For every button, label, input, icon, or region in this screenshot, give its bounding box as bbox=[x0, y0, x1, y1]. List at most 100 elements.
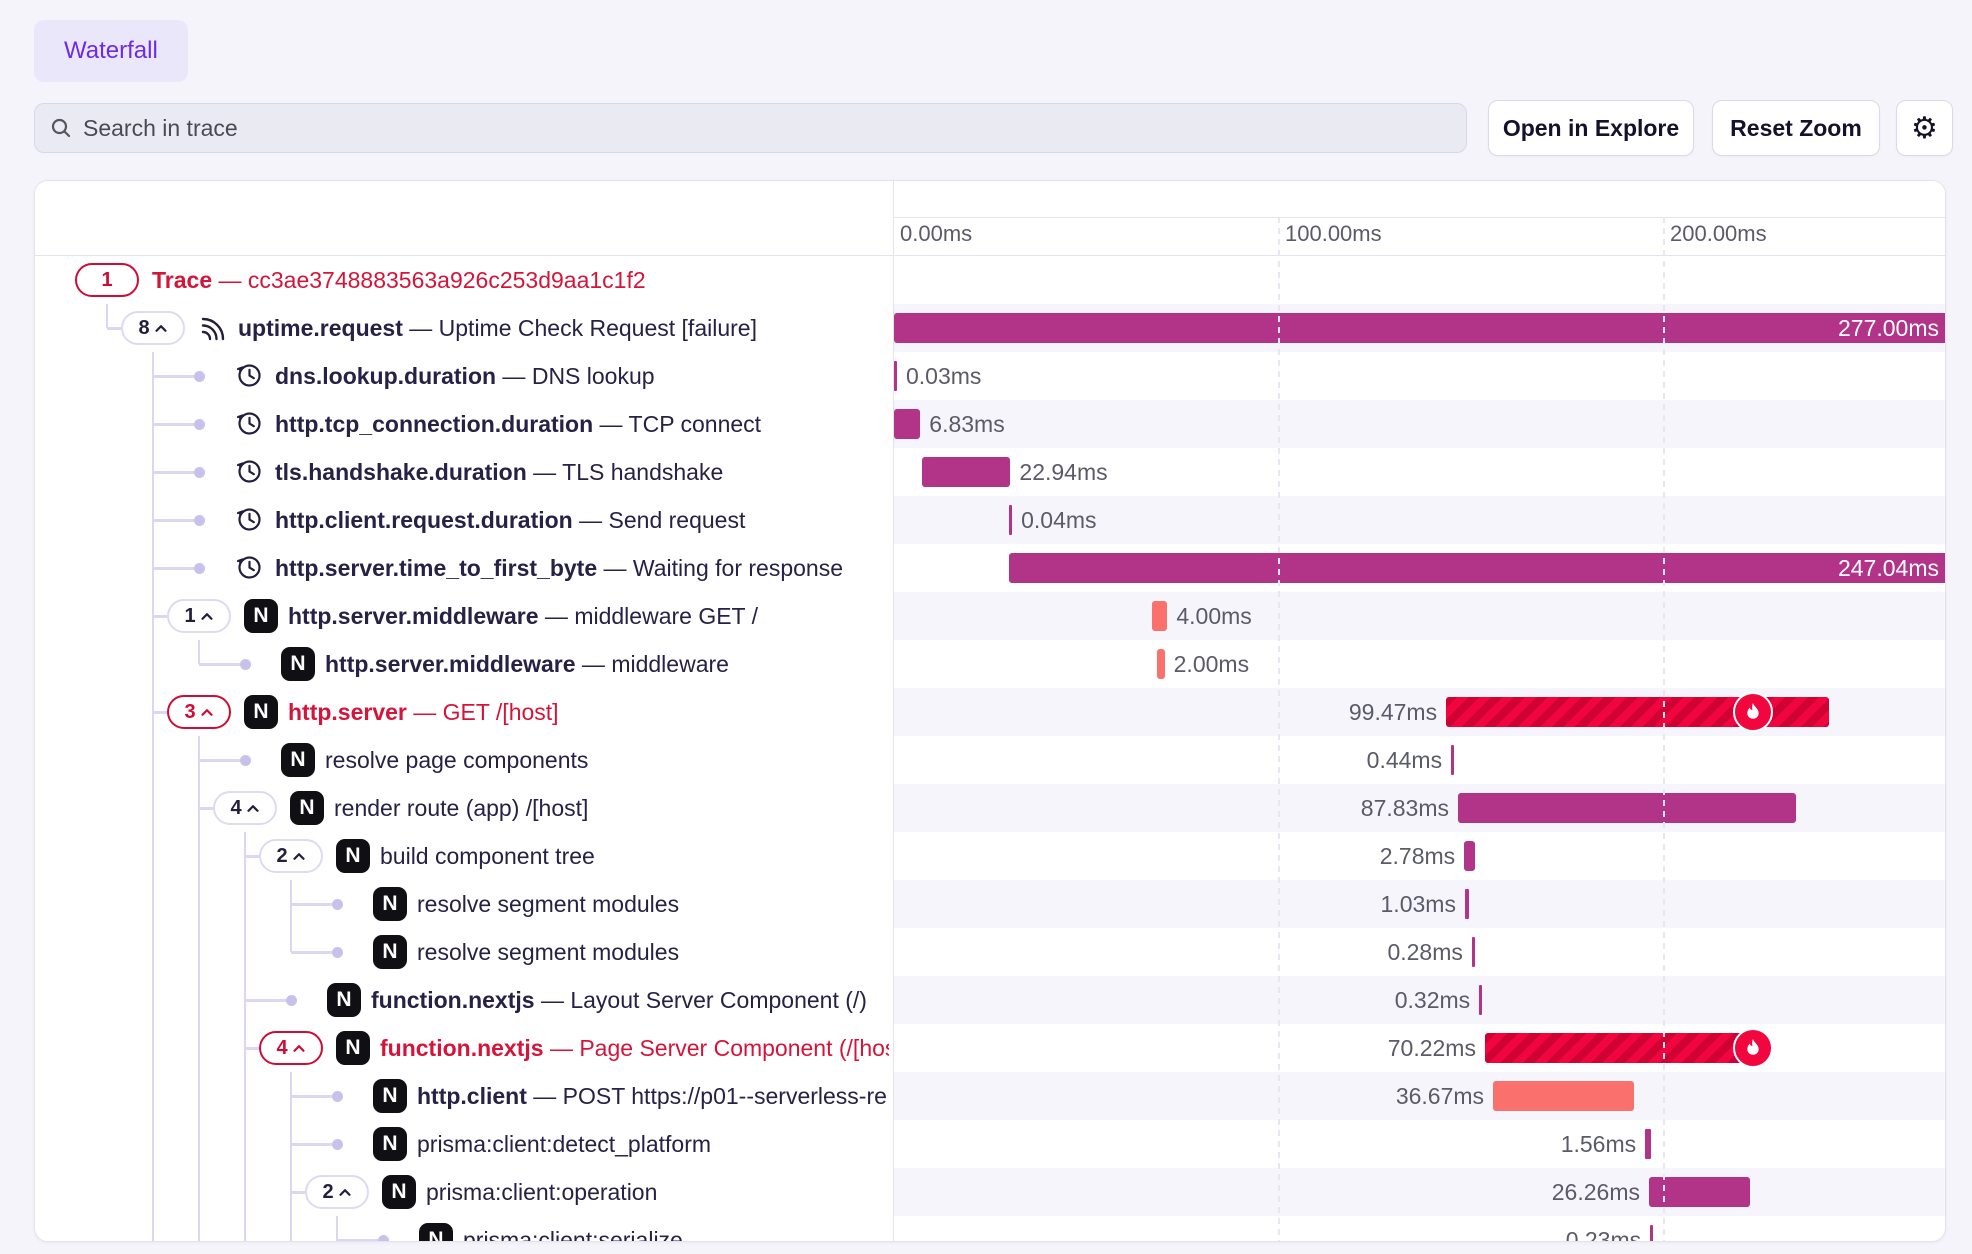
separator: — bbox=[573, 507, 609, 533]
span-row[interactable]: Nprisma:client:serialize0.23ms bbox=[35, 1216, 1946, 1242]
span-row[interactable]: 4Nrender route (app) /[host]87.83ms bbox=[35, 784, 1946, 832]
span-row[interactable]: 8uptime.request — Uptime Check Request [… bbox=[35, 304, 1946, 352]
timeline-lane: 0.03ms bbox=[893, 352, 1946, 400]
span-duration-bar[interactable] bbox=[1485, 1033, 1755, 1063]
span-duration-bar[interactable] bbox=[1493, 1081, 1634, 1111]
span-row[interactable]: Nprisma:client:detect_platform1.56ms bbox=[35, 1120, 1946, 1168]
span-duration-bar[interactable] bbox=[1009, 505, 1012, 535]
timeline-lane: 36.67ms bbox=[893, 1072, 1946, 1120]
span-row[interactable]: Nresolve segment modules1.03ms bbox=[35, 880, 1946, 928]
span-duration-bar[interactable]: 247.04ms bbox=[1009, 553, 1946, 583]
timeline-lane: 99.47ms bbox=[893, 688, 1946, 736]
tree-connector bbox=[291, 1095, 332, 1098]
timeline-lane: 0.28ms bbox=[893, 928, 1946, 976]
duration-label: 6.83ms bbox=[929, 400, 1004, 448]
search-bar[interactable] bbox=[34, 103, 1467, 153]
span-duration-bar[interactable]: 277.00ms bbox=[894, 313, 1946, 343]
timeline-lane: 22.94ms bbox=[893, 448, 1946, 496]
expand-collapse-pill[interactable]: 1 bbox=[75, 263, 139, 297]
child-count: 1 bbox=[184, 605, 195, 628]
span-duration-bar[interactable] bbox=[1451, 745, 1454, 775]
tree-connector bbox=[153, 711, 167, 714]
tree-guide-line bbox=[198, 1072, 201, 1120]
tree-guide-line bbox=[244, 1120, 247, 1168]
tree-guide-line bbox=[244, 1072, 247, 1120]
tree-guide-line bbox=[152, 1168, 155, 1216]
profile-flame-badge[interactable] bbox=[1733, 692, 1773, 732]
span-duration-bar[interactable] bbox=[1152, 601, 1167, 631]
span-bullet bbox=[194, 419, 205, 430]
duration-label: 87.83ms bbox=[1229, 784, 1449, 832]
trace-row[interactable]: 1Trace — cc3ae3748883563a926c253d9aa1c1f… bbox=[35, 256, 1946, 304]
tab-waterfall[interactable]: Waterfall bbox=[34, 20, 188, 82]
expand-collapse-pill[interactable]: 4 bbox=[259, 1031, 323, 1065]
span-row[interactable]: http.client.request.duration — Send requ… bbox=[35, 496, 1946, 544]
chevron-up-icon bbox=[154, 324, 168, 333]
span-duration-bar[interactable] bbox=[1472, 937, 1475, 967]
expand-collapse-pill[interactable]: 2 bbox=[259, 839, 323, 873]
expand-collapse-pill[interactable]: 3 bbox=[167, 695, 231, 729]
settings-button[interactable]: ⚙ bbox=[1896, 100, 1953, 156]
span-op: http.server.middleware bbox=[325, 651, 576, 677]
expand-collapse-pill[interactable]: 8 bbox=[121, 311, 185, 345]
span-row[interactable]: 3Nhttp.server — GET /[host]99.47ms bbox=[35, 688, 1946, 736]
span-duration-bar[interactable] bbox=[922, 457, 1010, 487]
span-row[interactable]: Nresolve segment modules0.28ms bbox=[35, 928, 1946, 976]
chevron-up-icon bbox=[200, 708, 214, 717]
span-label: prisma:client:detect_platform bbox=[417, 1120, 889, 1168]
profile-flame-badge[interactable] bbox=[1733, 1028, 1773, 1068]
axis-tick-label: 200.00ms bbox=[1670, 221, 1767, 247]
span-label: function.nextjs — Page Server Component … bbox=[380, 1024, 889, 1072]
gear-icon: ⚙ bbox=[1911, 111, 1938, 146]
span-row[interactable]: Nhttp.client — POST https://p01--serverl… bbox=[35, 1072, 1946, 1120]
span-row[interactable]: tls.handshake.duration — TLS handshake22… bbox=[35, 448, 1946, 496]
span-duration-bar[interactable] bbox=[1157, 649, 1165, 679]
span-row[interactable]: 2Nprisma:client:operation26.26ms bbox=[35, 1168, 1946, 1216]
separator: — bbox=[407, 699, 443, 725]
span-description: POST https://p01--serverless-re bbox=[563, 1083, 887, 1109]
timeline-lane: 0.23ms bbox=[893, 1216, 1946, 1242]
span-duration-bar[interactable] bbox=[1650, 1225, 1653, 1242]
open-in-explore-button[interactable]: Open in Explore bbox=[1488, 100, 1694, 156]
span-description: Uptime Check Request [failure] bbox=[439, 315, 757, 341]
timeline-lane: 0.32ms bbox=[893, 976, 1946, 1024]
tree-guide-line bbox=[106, 304, 109, 328]
tree-connector bbox=[291, 903, 332, 906]
span-duration-bar[interactable] bbox=[894, 361, 897, 391]
tree-guide-line bbox=[244, 880, 247, 928]
span-duration-bar[interactable] bbox=[894, 409, 920, 439]
span-duration-bar[interactable] bbox=[1479, 985, 1482, 1015]
span-label: resolve segment modules bbox=[417, 880, 889, 928]
span-tree-cell: http.server.time_to_first_byte — Waiting… bbox=[35, 544, 893, 592]
span-duration-bar[interactable] bbox=[1645, 1129, 1651, 1159]
span-row[interactable]: http.server.time_to_first_byte — Waiting… bbox=[35, 544, 1946, 592]
expand-collapse-pill[interactable]: 4 bbox=[213, 791, 277, 825]
span-duration-bar[interactable] bbox=[1465, 889, 1469, 919]
span-row[interactable]: Nfunction.nextjs — Layout Server Compone… bbox=[35, 976, 1946, 1024]
span-op: prisma:client:serialize bbox=[463, 1227, 683, 1242]
tree-connector bbox=[199, 663, 240, 666]
span-row[interactable]: 2Nbuild component tree2.78ms bbox=[35, 832, 1946, 880]
span-duration-bar[interactable] bbox=[1649, 1177, 1750, 1207]
span-row[interactable]: 4Nfunction.nextjs — Page Server Componen… bbox=[35, 1024, 1946, 1072]
span-duration-bar[interactable] bbox=[1464, 841, 1475, 871]
span-row[interactable]: 1Nhttp.server.middleware — middleware GE… bbox=[35, 592, 1946, 640]
expand-collapse-pill[interactable]: 2 bbox=[305, 1175, 369, 1209]
tree-guide-line bbox=[152, 640, 155, 688]
span-row[interactable]: http.tcp_connection.duration — TCP conne… bbox=[35, 400, 1946, 448]
span-duration-bar[interactable] bbox=[1458, 793, 1796, 823]
reset-zoom-button[interactable]: Reset Zoom bbox=[1712, 100, 1880, 156]
search-input[interactable] bbox=[83, 115, 1452, 142]
tree-connector bbox=[107, 327, 121, 330]
expand-collapse-pill[interactable]: 1 bbox=[167, 599, 231, 633]
separator: — bbox=[539, 603, 575, 629]
span-row[interactable]: dns.lookup.duration — DNS lookup0.03ms bbox=[35, 352, 1946, 400]
span-tree-cell: Nprisma:client:serialize bbox=[35, 1216, 893, 1242]
span-op: resolve segment modules bbox=[417, 891, 679, 917]
span-op: Trace bbox=[152, 267, 212, 293]
span-tree-cell: 2Nprisma:client:operation bbox=[35, 1168, 893, 1216]
span-row[interactable]: Nresolve page components0.44ms bbox=[35, 736, 1946, 784]
span-label: resolve segment modules bbox=[417, 928, 889, 976]
span-row[interactable]: Nhttp.server.middleware — middleware2.00… bbox=[35, 640, 1946, 688]
tree-guide-line bbox=[152, 1024, 155, 1072]
